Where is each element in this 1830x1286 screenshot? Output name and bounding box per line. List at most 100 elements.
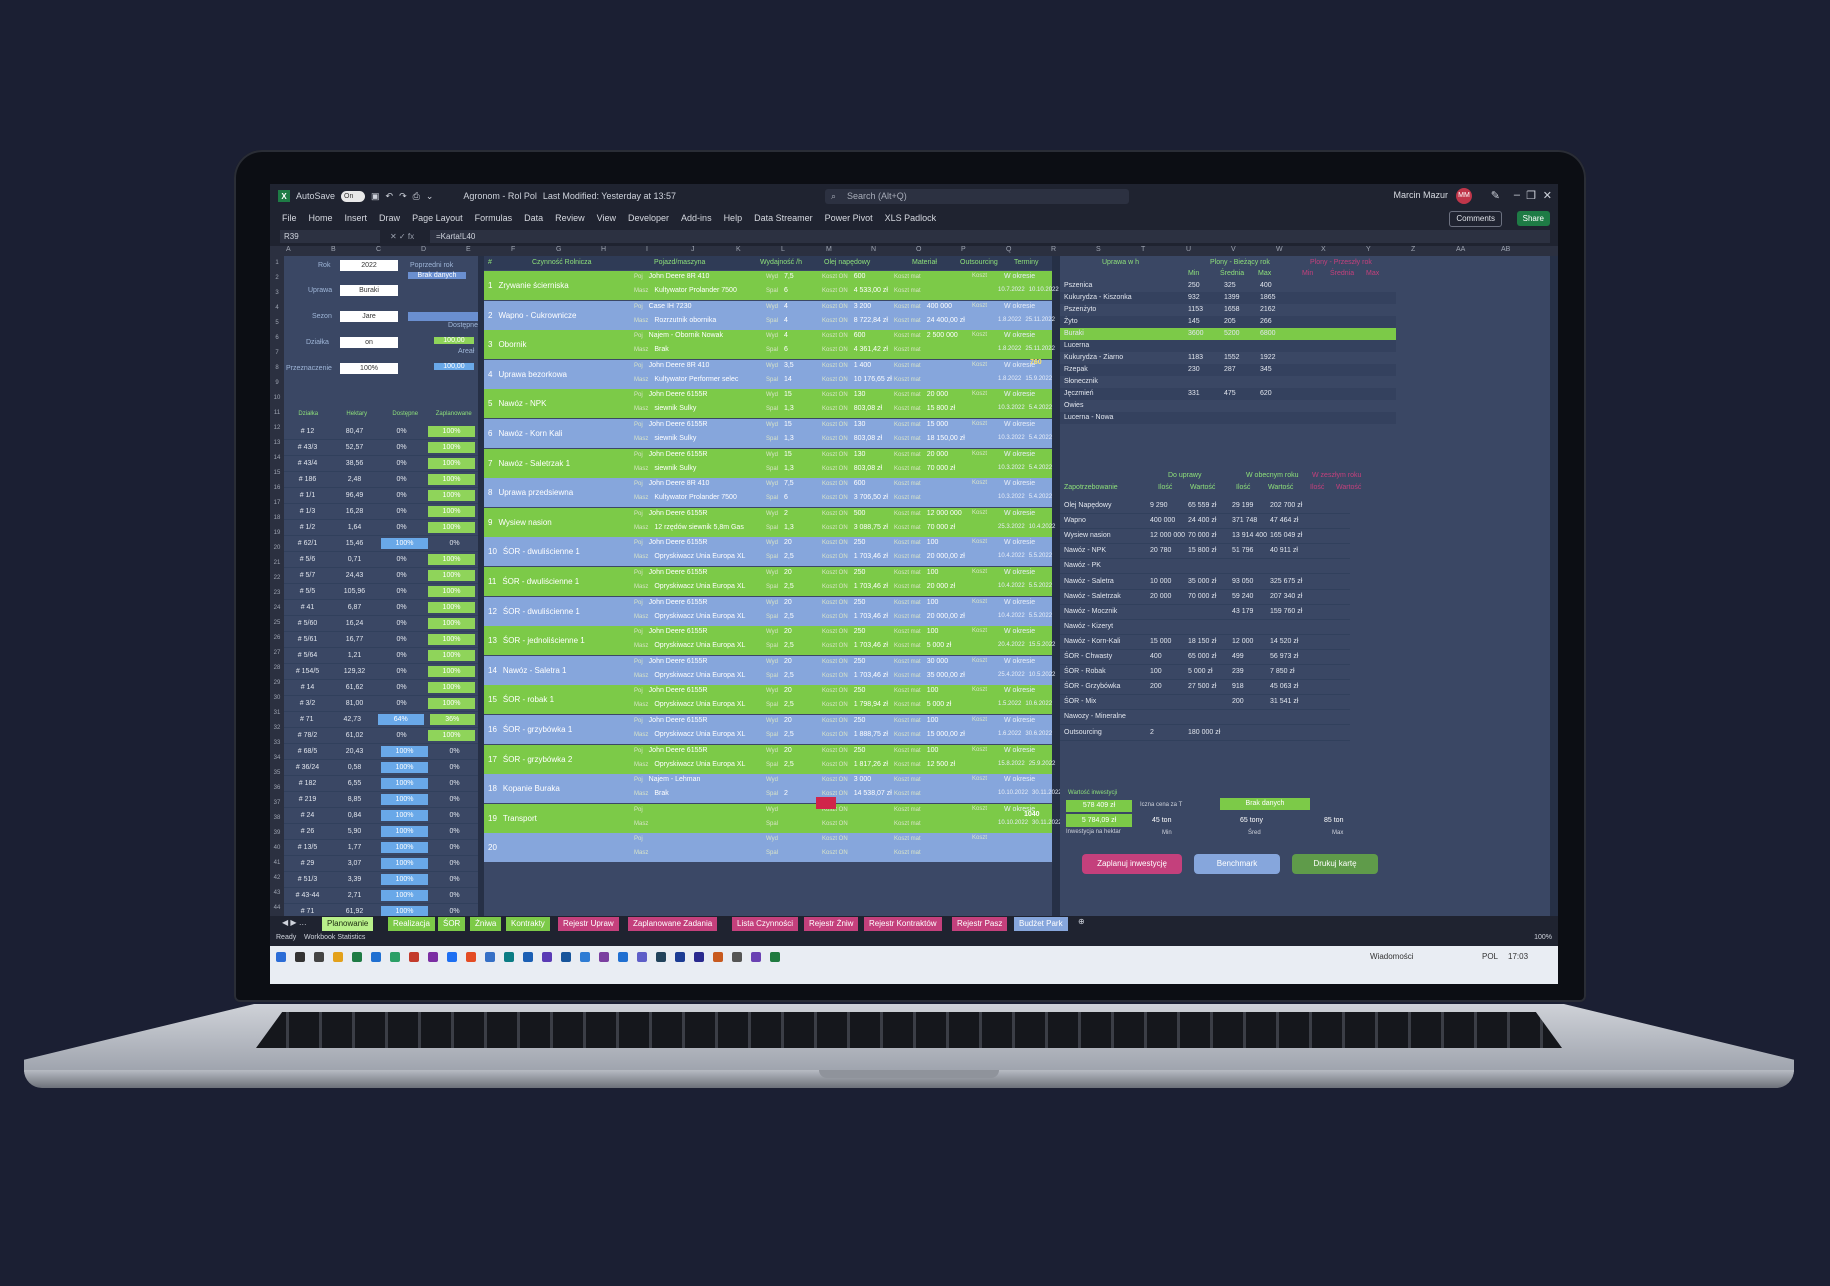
menu-xls-padlock[interactable]: XLS Padlock — [885, 213, 937, 223]
row-header[interactable]: 18 — [270, 511, 284, 526]
sheet-tab[interactable]: Budżet Park — [1014, 917, 1068, 931]
plot-row[interactable]: # 43/4 38,56 0% 100% — [284, 456, 478, 472]
row-header[interactable]: 31 — [270, 706, 284, 721]
operation-row[interactable]: 3 Obornik Poj Najem - Obornik Nowak Masz Brak… — [484, 330, 1055, 360]
plot-row[interactable]: # 1/2 1,64 0% 100% — [284, 520, 478, 536]
row-header[interactable]: 26 — [270, 631, 284, 646]
menu-data-streamer[interactable]: Data Streamer — [754, 213, 813, 223]
column-header[interactable]: X — [1321, 246, 1326, 253]
crop-row[interactable]: Buraki 3600 5200 6800 — [1060, 328, 1396, 340]
plot-row[interactable]: # 1/1 96,49 0% 100% — [284, 488, 478, 504]
crop-row[interactable]: Słonecznik — [1060, 376, 1396, 388]
menu-developer[interactable]: Developer — [628, 213, 669, 223]
operation-row[interactable]: 5 Nawóz - NPK Poj John Deere 6155R Masz siewn… — [484, 389, 1052, 419]
crop-row[interactable]: Kukurydza - Ziarno 1183 1552 1922 — [1060, 352, 1396, 364]
zoom-level[interactable]: 100% — [1534, 934, 1552, 941]
taskbar-app-icon[interactable] — [523, 952, 533, 962]
sheet-tab[interactable]: Żniwa — [470, 917, 502, 931]
taskbar-app-icon[interactable] — [485, 952, 495, 962]
comments-button[interactable]: Comments — [1449, 211, 1502, 227]
row-header[interactable]: 32 — [270, 721, 284, 736]
plot-row[interactable]: # 182 6,55 100% 0% — [284, 776, 478, 792]
taskbar-app-icon[interactable] — [276, 952, 286, 962]
close-icon[interactable]: ✕ — [1543, 189, 1552, 202]
taskbar-app-icon[interactable] — [409, 952, 419, 962]
rok-input[interactable]: 2022 — [340, 260, 398, 271]
plot-row[interactable]: # 14 61,62 0% 100% — [284, 680, 478, 696]
column-header[interactable]: A — [286, 246, 291, 253]
menu-review[interactable]: Review — [555, 213, 585, 223]
minimize-icon[interactable]: – — [1514, 189, 1520, 201]
column-header[interactable]: L — [781, 246, 785, 253]
plot-row[interactable]: # 13/5 1,77 100% 0% — [284, 840, 478, 856]
row-header[interactable]: 22 — [270, 571, 284, 586]
plot-row[interactable]: # 36/24 0,58 100% 0% — [284, 760, 478, 776]
row-header[interactable]: 27 — [270, 646, 284, 661]
row-header[interactable]: 42 — [270, 871, 284, 886]
taskbar-app-icon[interactable] — [694, 952, 704, 962]
plot-row[interactable]: # 68/5 20,43 100% 0% — [284, 744, 478, 760]
operation-row[interactable]: 16 ŚOR - grzybówka 1 Poj John Deere 6155R Ma… — [484, 715, 1052, 744]
plot-row[interactable]: # 78/2 61,02 0% 100% — [284, 728, 478, 744]
operation-row[interactable]: 2 Wapno - Cukrownicze Poj Case IH 7230 Masz R… — [484, 300, 1055, 330]
operation-row[interactable]: 19 Transport Poj Masz Wyd Spal Koszt ON Koszt O… — [484, 803, 1062, 833]
taskbar-app-icon[interactable] — [466, 952, 476, 962]
demand-row[interactable]: Nawóz - Saletra 10 000 35 000 zł 93 050 325 … — [1060, 574, 1350, 590]
row-header[interactable]: 25 — [270, 616, 284, 631]
operation-row[interactable]: 13 ŚOR - jednoliścienne 1 Poj John Deere 61… — [484, 626, 1055, 656]
print-icon[interactable]: ⎙ — [413, 191, 420, 202]
plan-investment-button[interactable]: Zaplanuj inwestycję — [1082, 854, 1182, 874]
demand-row[interactable]: Nawóz - Mocznik 43 179 159 760 zł — [1060, 604, 1350, 620]
sheet-tab[interactable]: Lista Czynności — [732, 917, 799, 931]
row-header[interactable]: 14 — [270, 451, 284, 466]
save-icon[interactable]: ▣ — [371, 191, 380, 202]
plot-row[interactable]: # 5/7 24,43 0% 100% — [284, 568, 478, 584]
uprawa-select[interactable]: Buraki — [340, 285, 398, 296]
taskbar-app-icon[interactable] — [352, 952, 362, 962]
taskbar-app-icon[interactable] — [656, 952, 666, 962]
row-header[interactable]: 8 — [270, 361, 284, 376]
menu-draw[interactable]: Draw — [379, 213, 400, 223]
crop-row[interactable]: Rzepak 230 287 345 — [1060, 364, 1396, 376]
plot-row[interactable]: # 43-44 2,71 100% 0% — [284, 888, 478, 904]
pen-icon[interactable]: ✎ — [1491, 189, 1500, 202]
menu-add-ins[interactable]: Add-ins — [681, 213, 712, 223]
row-header[interactable]: 24 — [270, 601, 284, 616]
column-header[interactable]: Z — [1411, 246, 1415, 253]
row-header[interactable]: 37 — [270, 796, 284, 811]
crop-row[interactable]: Lucerna — [1060, 340, 1396, 352]
crop-row[interactable]: Jęczmień 331 475 620 — [1060, 388, 1396, 400]
demand-row[interactable]: Nawóz - Korn-Kali 15 000 18 150 zł 12 000 14… — [1060, 634, 1350, 650]
sheet-tab[interactable]: Rejestr Żniw — [804, 917, 859, 931]
row-header[interactable]: 38 — [270, 811, 284, 826]
formula-input[interactable]: =Karta!L40 — [430, 230, 1550, 243]
column-header[interactable]: H — [601, 246, 606, 253]
row-header[interactable]: 44 — [270, 901, 284, 916]
plot-row[interactable]: # 3/2 81,00 0% 100% — [284, 696, 478, 712]
row-header[interactable]: 36 — [270, 781, 284, 796]
row-header[interactable]: 33 — [270, 736, 284, 751]
row-header[interactable]: 29 — [270, 676, 284, 691]
user-name[interactable]: Marcin Mazur — [1393, 190, 1448, 200]
taskbar-app-icon[interactable] — [504, 952, 514, 962]
menu-formulas[interactable]: Formulas — [475, 213, 513, 223]
plot-row[interactable]: # 24 0,84 100% 0% — [284, 808, 478, 824]
row-header[interactable]: 19 — [270, 526, 284, 541]
crop-row[interactable]: Pszenica 250 325 400 — [1060, 280, 1396, 292]
taskbar-app-icon[interactable] — [580, 952, 590, 962]
row-header[interactable]: 35 — [270, 766, 284, 781]
sezon-select[interactable]: Jare — [340, 311, 398, 322]
benchmark-button[interactable]: Benchmark — [1194, 854, 1280, 874]
operation-row[interactable]: 1 Zrywanie ścierniska Poj John Deere 8R 410… — [484, 271, 1059, 300]
demand-row[interactable]: Olej Napędowy 9 290 65 559 zł 29 199 202 700… — [1060, 498, 1350, 514]
row-header[interactable]: 1 — [270, 256, 284, 271]
demand-row[interactable]: Wapno 400 000 24 400 zł 371 748 47 464 zł — [1060, 513, 1350, 530]
plot-row[interactable]: # 41 6,87 0% 100% — [284, 600, 478, 616]
restore-icon[interactable]: ❐ — [1526, 189, 1536, 202]
taskbar-app-icon[interactable] — [314, 952, 324, 962]
column-header[interactable]: Q — [1006, 246, 1011, 253]
row-header[interactable]: 6 — [270, 331, 284, 346]
operation-row[interactable]: 11 ŚOR - dwuliścienne 1 Poj John Deere 6155… — [484, 567, 1052, 596]
taskbar-app-icon[interactable] — [428, 952, 438, 962]
sheet-tab[interactable]: Planowanie — [322, 917, 374, 931]
